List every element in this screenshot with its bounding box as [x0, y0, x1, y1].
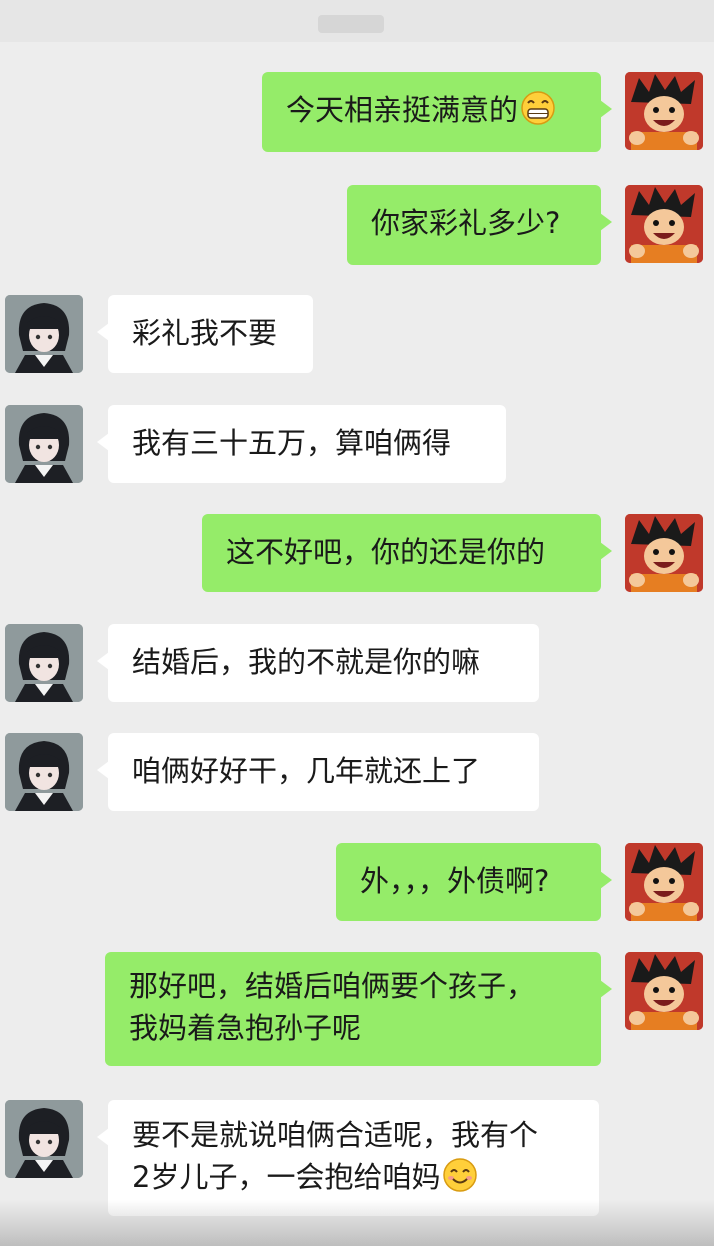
anime-girl-avatar-icon [5, 1100, 83, 1178]
message-bubble[interactable]: 这不好吧，你的还是你的 [202, 514, 612, 592]
message-text-line: 我妈着急抱孙子呢 [129, 1011, 362, 1045]
message-text: 结婚后，我的不就是你的嘛 [132, 645, 481, 679]
message-text-line: 那好吧，结婚后咱俩要个孩子， [129, 969, 536, 1003]
avatar[interactable] [5, 295, 83, 373]
anime-girl-avatar-icon [5, 295, 83, 373]
message-bubble[interactable]: 外，，，外债啊? [336, 843, 612, 921]
message-text: 这不好吧，你的还是你的 [226, 535, 546, 569]
message-bubble[interactable]: 彩礼我不要 [97, 295, 313, 373]
message-text: 你家彩礼多少? [371, 206, 561, 240]
message-text: 今天相亲挺满意的 [286, 93, 519, 127]
message-bubble[interactable]: 要不是就说咱俩合适呢，我有个 2岁儿子，一会抱给咱妈 [97, 1100, 599, 1216]
message-text: 咱俩好好干，几年就还上了 [132, 754, 481, 788]
avatar[interactable] [625, 952, 703, 1030]
anime-girl-avatar-icon [5, 624, 83, 702]
message-bubble[interactable]: 你家彩礼多少? [347, 185, 612, 265]
avatar[interactable] [5, 624, 83, 702]
avatar[interactable] [5, 733, 83, 811]
message-text: 外，，，外债啊? [360, 864, 550, 898]
avatar[interactable] [625, 843, 703, 921]
chat-title-bar [0, 0, 714, 42]
cartoon-boy-avatar-icon [625, 952, 703, 1030]
avatar[interactable] [5, 1100, 83, 1178]
message-bubble[interactable]: 那好吧，结婚后咱俩要个孩子， 我妈着急抱孙子呢 [105, 952, 612, 1066]
message-text: 彩礼我不要 [132, 316, 278, 350]
message-bubble[interactable]: 我有三十五万，算咱俩得 [97, 405, 506, 483]
anime-girl-avatar-icon [5, 405, 83, 483]
cartoon-boy-avatar-icon [625, 843, 703, 921]
message-text-line: 2岁儿子，一会抱给咱妈 [132, 1160, 441, 1194]
grin-emoji-icon [520, 90, 556, 137]
bottom-shadow [0, 1200, 714, 1246]
avatar[interactable] [625, 72, 703, 150]
avatar[interactable] [5, 405, 83, 483]
message-text: 我有三十五万，算咱俩得 [132, 426, 452, 460]
message-bubble[interactable]: 今天相亲挺满意的 [262, 72, 612, 152]
avatar[interactable] [625, 514, 703, 592]
message-bubble[interactable]: 结婚后，我的不就是你的嘛 [97, 624, 539, 702]
message-text-line: 要不是就说咱俩合适呢，我有个 [132, 1118, 539, 1152]
cartoon-boy-avatar-icon [625, 185, 703, 263]
cartoon-boy-avatar-icon [625, 72, 703, 150]
anime-girl-avatar-icon [5, 733, 83, 811]
avatar[interactable] [625, 185, 703, 263]
message-bubble[interactable]: 咱俩好好干，几年就还上了 [97, 733, 539, 811]
cartoon-boy-avatar-icon [625, 514, 703, 592]
smile-emoji-icon [442, 1157, 478, 1204]
blurred-chat-title [318, 15, 384, 33]
